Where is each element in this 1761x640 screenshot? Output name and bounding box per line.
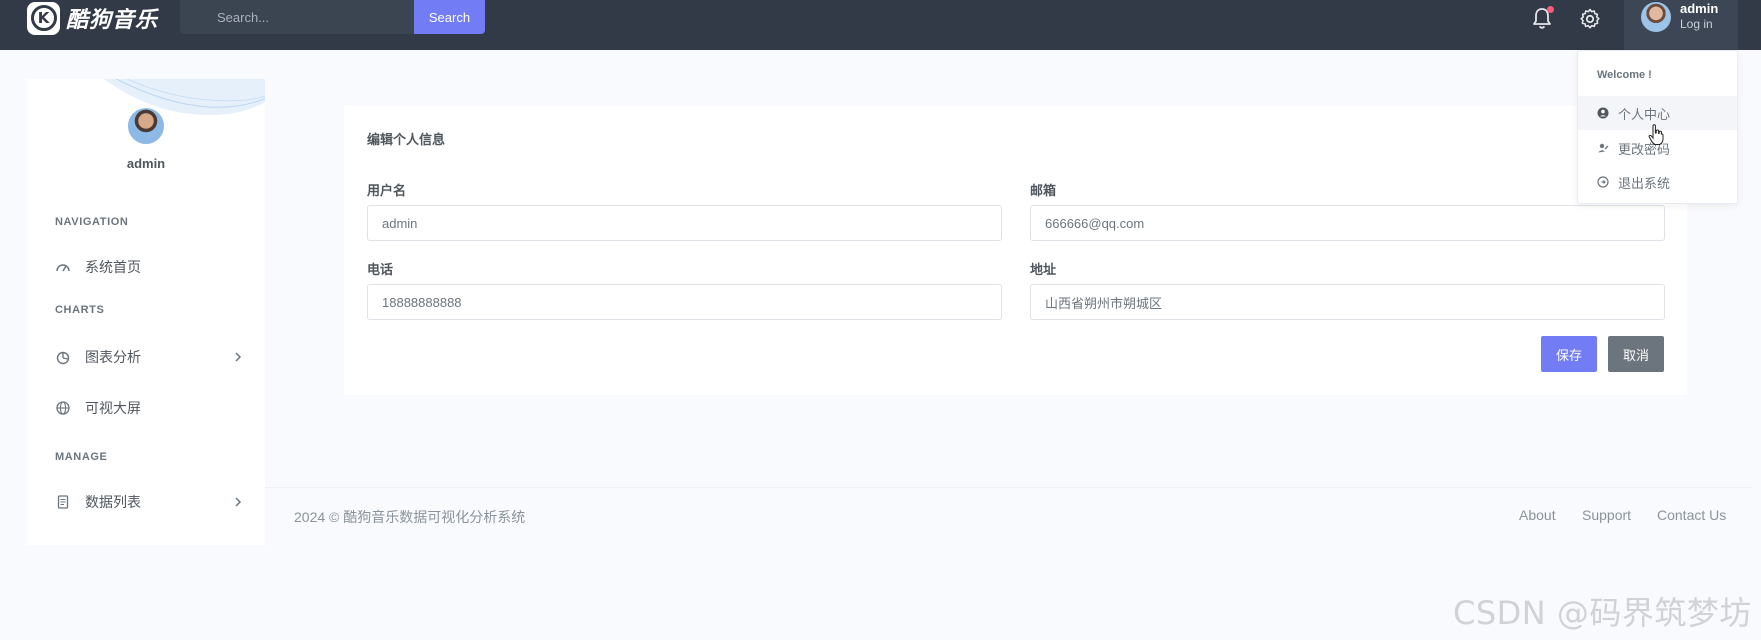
username-field[interactable] (367, 205, 1002, 241)
brand-name: 酷狗音乐 (66, 7, 159, 32)
sidebar-item-label: 数据列表 (85, 494, 141, 510)
sidebar-item-data-list[interactable]: 数据列表 (55, 490, 245, 514)
pie-chart-icon (55, 349, 71, 365)
username-label: 用户名 (367, 183, 407, 198)
section-title-navigation: NAVIGATION (55, 216, 129, 228)
chevron-right-icon (235, 497, 242, 507)
user-edit-icon (1597, 142, 1609, 154)
topbar-user-subtitle: Log in (1680, 17, 1713, 31)
phone-label: 电话 (367, 262, 394, 277)
edit-profile-card: 编辑个人信息 用户名 邮箱 电话 地址 保存 取消 (344, 106, 1687, 395)
dropdown-item-label: 退出系统 (1618, 175, 1671, 191)
chevron-right-icon (235, 352, 242, 362)
topbar-user-name: admin (1680, 1, 1719, 16)
sidebar-item-chart-analysis[interactable]: 图表分析 (55, 345, 245, 369)
left-sidebar: admin NAVIGATION 系统首页 CHARTS 图表分析 可视大屏 M… (27, 79, 265, 545)
sidebar-item-dashboard-screen[interactable]: 可视大屏 (55, 396, 245, 420)
avatar (1641, 2, 1671, 32)
sidebar-item-home[interactable]: 系统首页 (55, 255, 245, 279)
phone-field[interactable] (367, 284, 1002, 320)
email-label: 邮箱 (1030, 183, 1057, 198)
watermark-text: CSDN @码界筑梦坊 (1453, 594, 1752, 632)
top-navbar: K 酷狗音乐 Search... Search admin Log in (0, 0, 1761, 50)
section-title-manage: MANAGE (55, 451, 108, 463)
search-button[interactable]: Search (414, 0, 485, 34)
speedometer-icon (55, 259, 71, 275)
settings-gear-icon[interactable] (1578, 7, 1602, 31)
dropdown-item-logout[interactable]: 退出系统 (1578, 165, 1737, 199)
save-button[interactable]: 保存 (1541, 336, 1597, 372)
cancel-button[interactable]: 取消 (1608, 336, 1664, 372)
brand-logo[interactable]: K 酷狗音乐 (27, 0, 158, 36)
footer-link-contact[interactable]: Contact Us (1657, 507, 1726, 523)
logo-badge: K (27, 1, 60, 35)
document-icon (55, 494, 71, 510)
sidebar-user-name: admin (126, 156, 166, 171)
sidebar-item-label: 可视大屏 (85, 400, 141, 416)
dropdown-welcome: Welcome ! (1597, 69, 1652, 81)
user-circle-icon (1597, 107, 1609, 119)
dropdown-item-label: 个人中心 (1618, 106, 1671, 122)
address-label: 地址 (1030, 262, 1057, 277)
logo-letter: K (30, 5, 57, 31)
footer-copyright: 2024 © 酷狗音乐数据可视化分析系统 (294, 509, 526, 525)
footer-divider (265, 487, 1751, 488)
decorative-wave (103, 79, 265, 115)
user-menu-toggle[interactable]: admin Log in (1624, 0, 1738, 50)
email-field[interactable] (1030, 205, 1665, 241)
hand-cursor-icon (1648, 124, 1664, 145)
globe-icon (55, 400, 71, 416)
sidebar-item-label: 图表分析 (85, 349, 141, 365)
sidebar-avatar (126, 106, 166, 146)
card-title: 编辑个人信息 (367, 132, 446, 147)
sidebar-item-label: 系统首页 (85, 259, 141, 275)
logout-icon (1597, 176, 1609, 188)
address-field[interactable] (1030, 284, 1665, 320)
notification-dot (1547, 6, 1554, 13)
footer-link-support[interactable]: Support (1582, 507, 1631, 523)
section-title-charts: CHARTS (55, 304, 105, 316)
notification-bell-icon[interactable] (1529, 6, 1555, 32)
footer-link-about[interactable]: About (1519, 507, 1556, 523)
search-input[interactable]: Search... (180, 0, 414, 34)
